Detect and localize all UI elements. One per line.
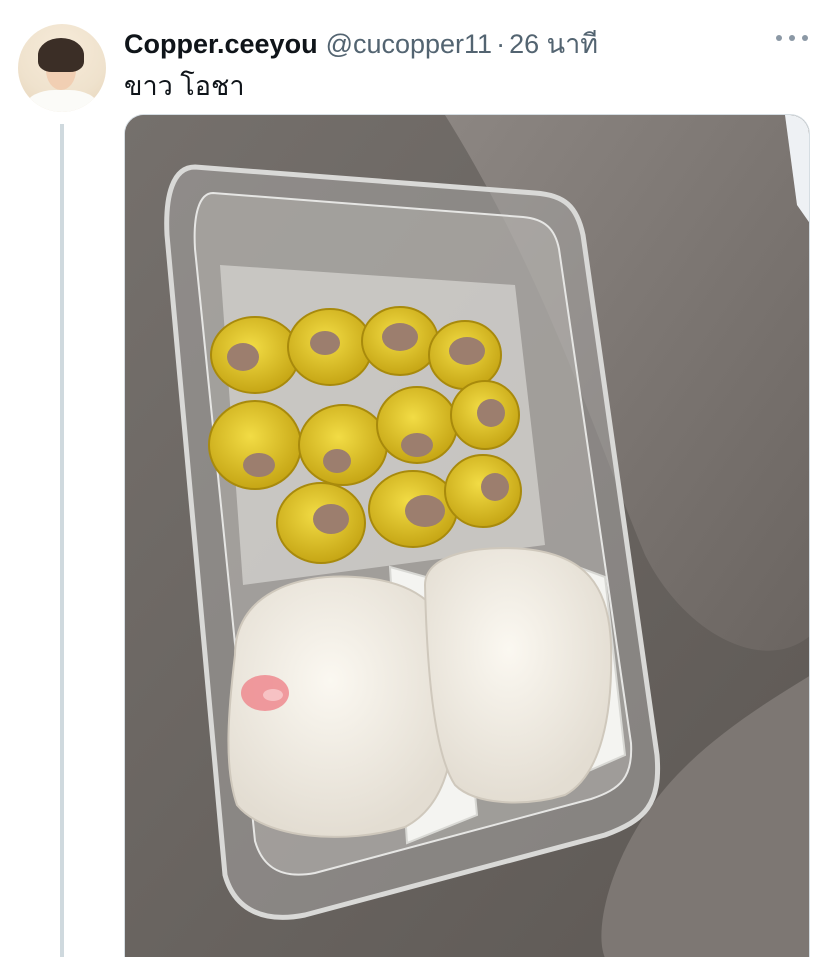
avatar-hair bbox=[38, 38, 84, 72]
tweet-photo[interactable] bbox=[124, 114, 810, 957]
more-dot bbox=[776, 35, 782, 41]
author-avatar[interactable] bbox=[18, 24, 106, 112]
author-display-name[interactable]: Copper.ceeyou bbox=[124, 29, 318, 60]
tweet-text: ขาว โอชา bbox=[124, 71, 245, 101]
tweet-timestamp[interactable]: 26 นาที bbox=[509, 22, 598, 65]
author-handle[interactable]: @cucopper11 bbox=[326, 29, 493, 60]
header-separator: · bbox=[496, 29, 506, 59]
more-dot bbox=[802, 35, 808, 41]
more-dot bbox=[789, 35, 795, 41]
food-photo-illustration bbox=[125, 115, 809, 957]
avatar-shirt bbox=[26, 90, 98, 112]
thread-connector-line bbox=[60, 124, 64, 957]
tweet-header: Copper.ceeyou @cucopper11 · 26 นาที bbox=[124, 22, 598, 60]
more-options-icon[interactable] bbox=[776, 28, 808, 48]
